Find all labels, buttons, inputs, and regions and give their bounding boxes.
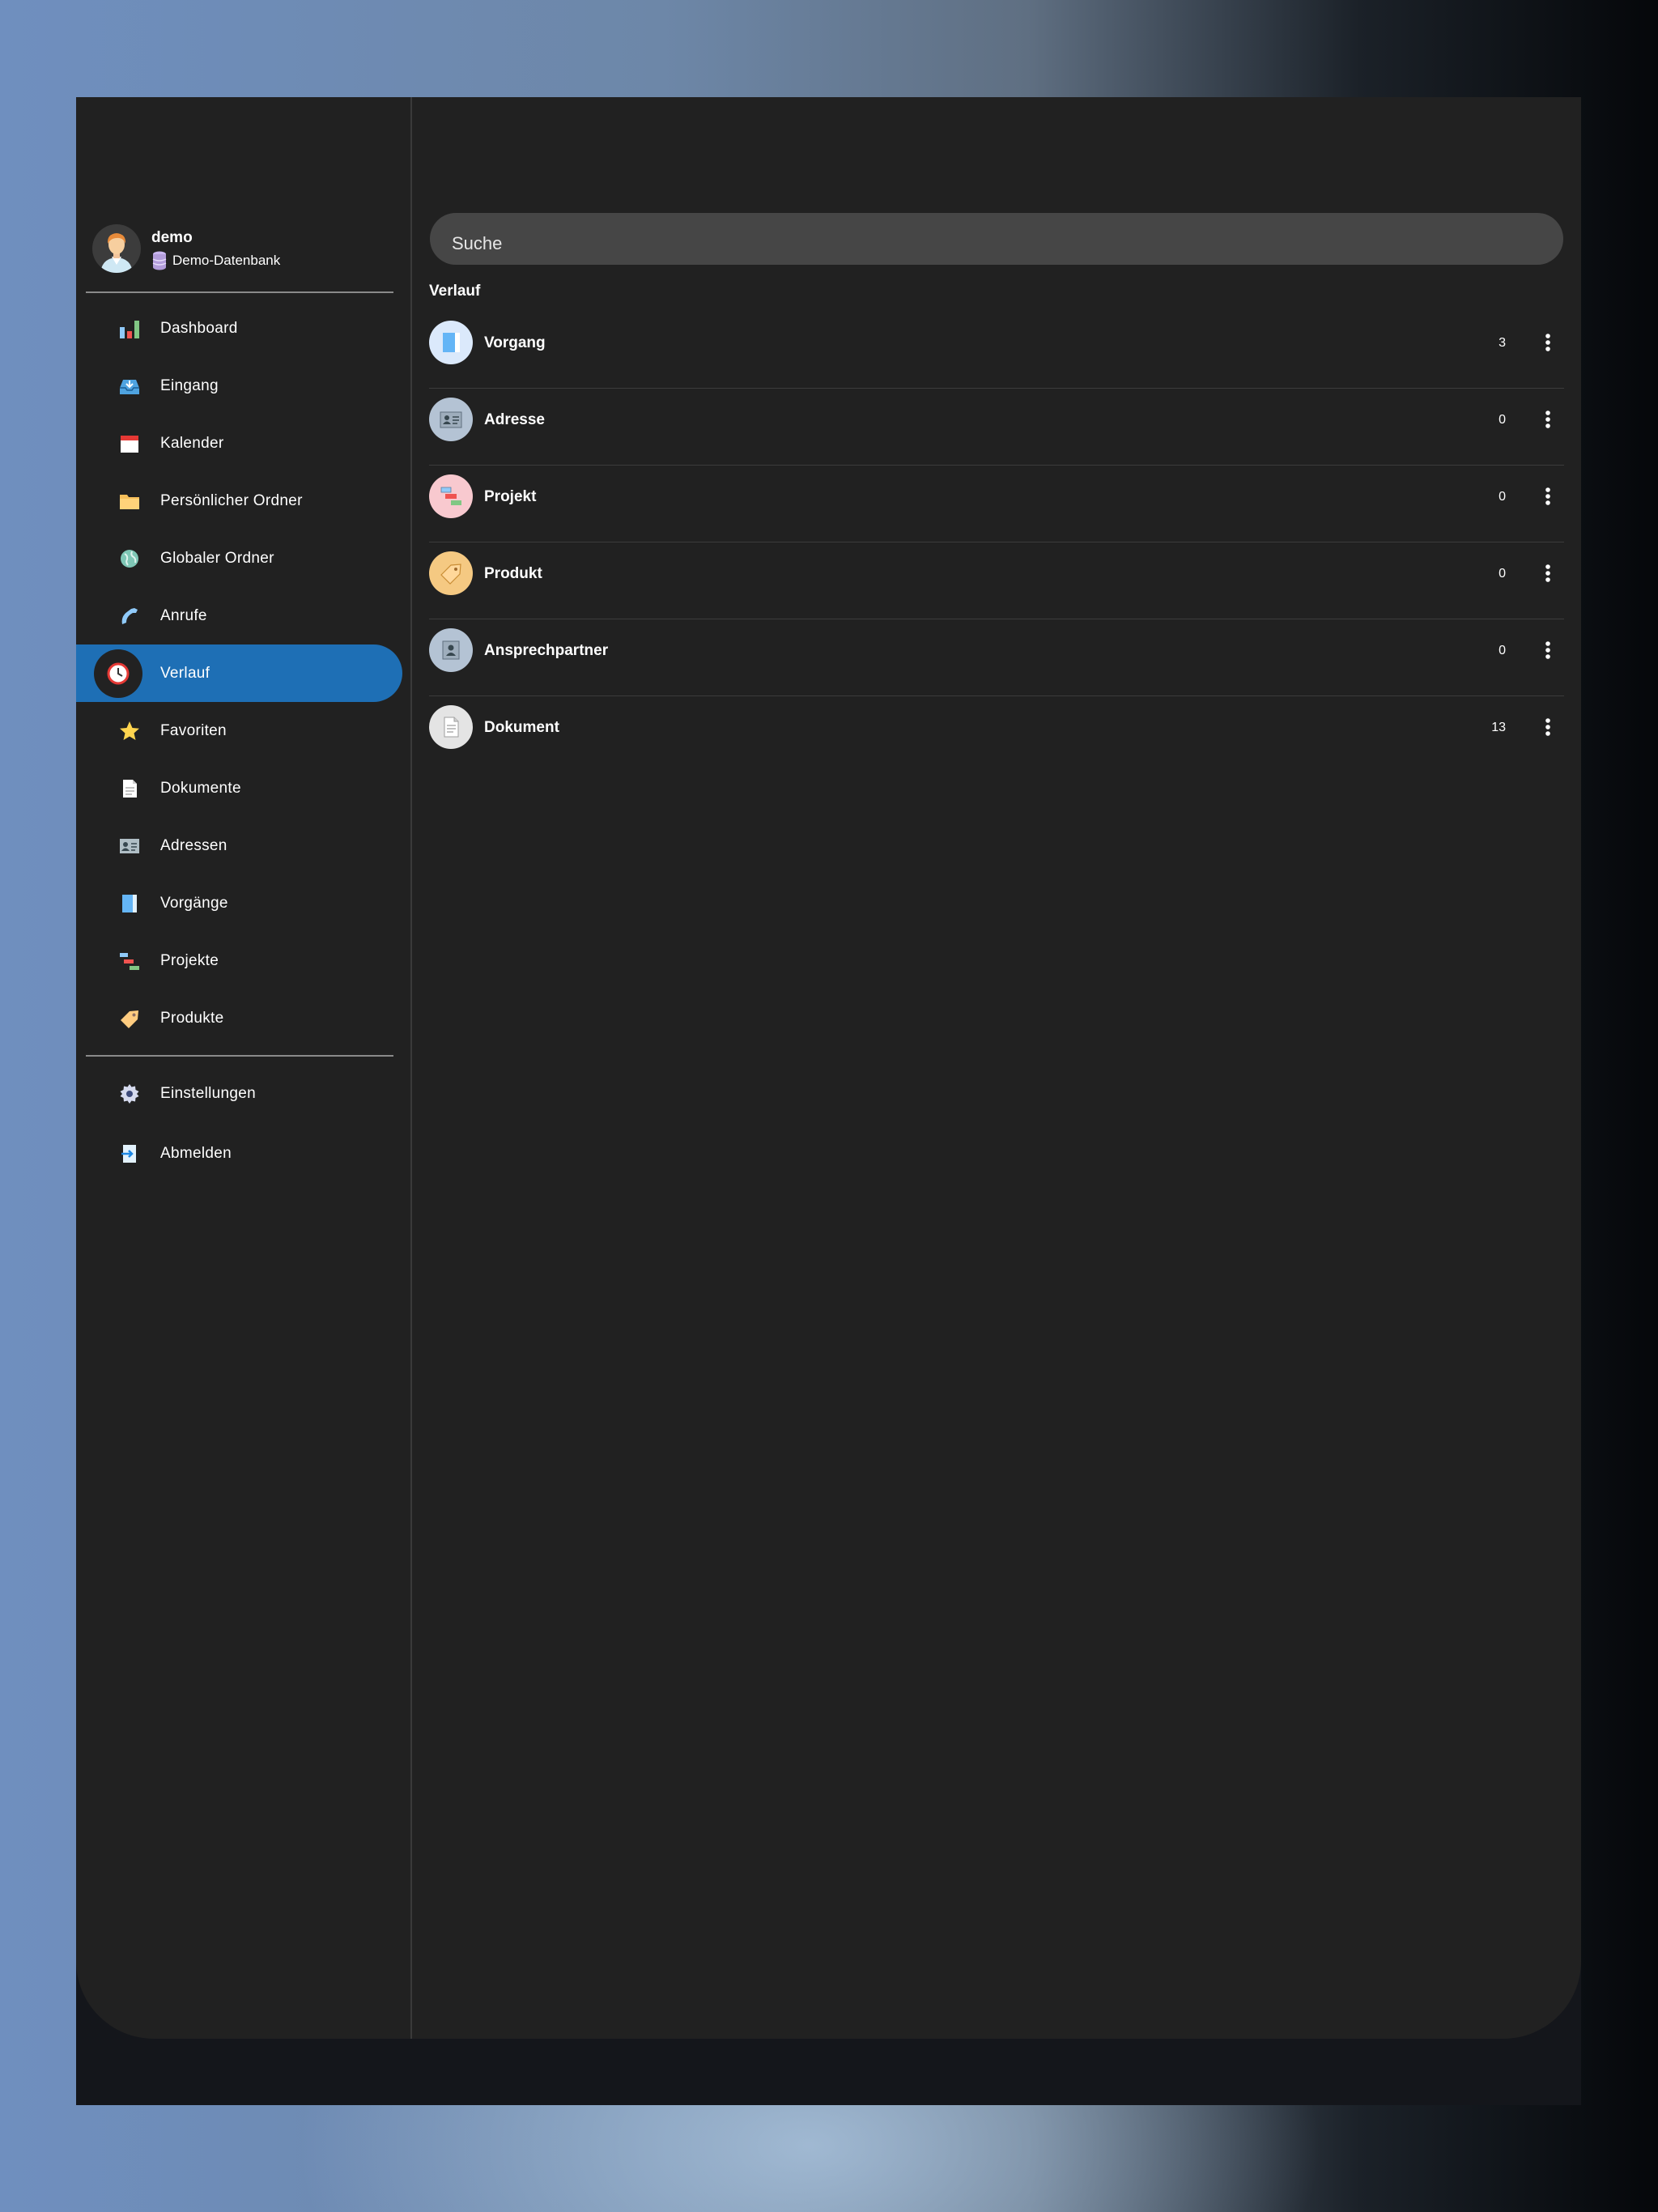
sidebar-item-label: Abmelden: [160, 1145, 232, 1162]
history-row-ansprechpartner[interactable]: Ansprechpartner 0: [429, 619, 1564, 696]
clock-icon: [94, 649, 142, 698]
history-row-projekt[interactable]: Projekt 0: [429, 465, 1564, 542]
folder-icon: [118, 490, 141, 513]
row-count: 0: [1499, 567, 1506, 581]
sidebar-item-label: Favoriten: [160, 722, 227, 739]
sidebar-item-verlauf[interactable]: Verlauf: [76, 644, 402, 702]
row-count: 3: [1499, 336, 1506, 350]
contact-person-icon: [429, 628, 473, 672]
sidebar-item-abmelden[interactable]: Abmelden: [76, 1125, 402, 1182]
logout-icon: [118, 1142, 141, 1165]
row-title: Projekt: [484, 488, 537, 505]
history-row-adresse[interactable]: Adresse 0: [429, 388, 1564, 466]
calendar-icon: [118, 432, 141, 455]
sidebar-item-persoenlicher-ordner[interactable]: Persönlicher Ordner: [76, 472, 402, 530]
sidebar-item-label: Verlauf: [160, 665, 210, 682]
user-avatar[interactable]: [92, 224, 141, 273]
more-vert-icon[interactable]: [1532, 480, 1564, 513]
document-icon: [429, 705, 473, 749]
more-vert-icon[interactable]: [1532, 711, 1564, 743]
row-title: Produkt: [484, 565, 542, 582]
sidebar-item-vorgaenge[interactable]: Vorgänge: [76, 874, 402, 932]
row-count: 0: [1499, 413, 1506, 427]
sidebar-divider-top: [86, 291, 393, 293]
sidebar-item-adressen[interactable]: Adressen: [76, 817, 402, 874]
sidebar-item-dokumente[interactable]: Dokumente: [76, 759, 402, 817]
project-icon: [118, 950, 141, 972]
row-title: Adresse: [484, 411, 545, 428]
binder-icon: [429, 321, 473, 364]
sidebar-item-label: Projekte: [160, 952, 219, 969]
sidebar-item-projekte[interactable]: Projekte: [76, 932, 402, 989]
history-row-dokument[interactable]: Dokument 13: [429, 696, 1564, 772]
more-vert-icon[interactable]: [1532, 326, 1564, 359]
history-row-vorgang[interactable]: Vorgang 3: [429, 311, 1564, 389]
database-row[interactable]: Demo-Datenbank: [152, 251, 280, 270]
row-count: 13: [1491, 721, 1506, 734]
sidebar-item-label: Globaler Ordner: [160, 550, 274, 567]
sidebar-item-label: Dokumente: [160, 780, 241, 797]
sidebar-item-label: Produkte: [160, 1010, 224, 1027]
app-window: demo Demo-Datenbank Dashboard Eingang Ka…: [76, 97, 1581, 2039]
globe-icon: [118, 547, 141, 570]
section-title: Verlauf: [429, 283, 481, 300]
history-row-produkt[interactable]: Produkt 0: [429, 542, 1564, 619]
sidebar-item-anrufe[interactable]: Anrufe: [76, 587, 402, 644]
sidebar-divider-bottom: [86, 1055, 393, 1057]
row-title: Ansprechpartner: [484, 642, 609, 659]
gear-icon: [118, 1083, 141, 1105]
sidebar-item-label: Anrufe: [160, 607, 207, 624]
binder-icon: [118, 892, 141, 915]
search-input[interactable]: Suche: [430, 213, 1563, 265]
user-name: demo: [151, 229, 193, 246]
sidebar-item-label: Einstellungen: [160, 1085, 256, 1102]
row-title: Dokument: [484, 719, 559, 736]
database-name: Demo-Datenbank: [172, 253, 281, 268]
sidebar-item-favoriten[interactable]: Favoriten: [76, 702, 402, 759]
sidebar-item-produkte[interactable]: Produkte: [76, 989, 402, 1047]
row-count: 0: [1499, 490, 1506, 504]
sidebar-item-einstellungen[interactable]: Einstellungen: [76, 1065, 402, 1122]
database-icon: [152, 251, 167, 270]
more-vert-icon[interactable]: [1532, 403, 1564, 436]
row-title: Vorgang: [484, 334, 546, 351]
sidebar-item-label: Persönlicher Ordner: [160, 492, 303, 509]
tag-icon: [118, 1007, 141, 1030]
more-vert-icon[interactable]: [1532, 557, 1564, 589]
sidebar-item-globaler-ordner[interactable]: Globaler Ordner: [76, 530, 402, 587]
row-count: 0: [1499, 644, 1506, 657]
tag-icon: [429, 551, 473, 595]
contact-card-icon: [118, 835, 141, 857]
phone-icon: [118, 605, 141, 627]
search-placeholder: Suche: [452, 233, 503, 253]
document-icon: [118, 777, 141, 800]
sidebar-item-label: Dashboard: [160, 320, 238, 337]
sidebar-item-label: Kalender: [160, 435, 224, 452]
sidebar-item-dashboard[interactable]: Dashboard: [76, 300, 402, 357]
bar-chart-icon: [118, 317, 141, 340]
sidebar-item-eingang[interactable]: Eingang: [76, 357, 402, 415]
sidebar-item-kalender[interactable]: Kalender: [76, 415, 402, 472]
navigation-drawer: demo Demo-Datenbank Dashboard Eingang Ka…: [76, 97, 412, 2039]
project-icon: [429, 474, 473, 518]
sidebar-item-label: Eingang: [160, 377, 219, 394]
sidebar-item-label: Vorgänge: [160, 895, 228, 912]
contact-card-icon: [429, 398, 473, 441]
more-vert-icon[interactable]: [1532, 634, 1564, 666]
star-icon: [118, 720, 141, 742]
sidebar-item-label: Adressen: [160, 837, 227, 854]
inbox-icon: [118, 375, 141, 398]
